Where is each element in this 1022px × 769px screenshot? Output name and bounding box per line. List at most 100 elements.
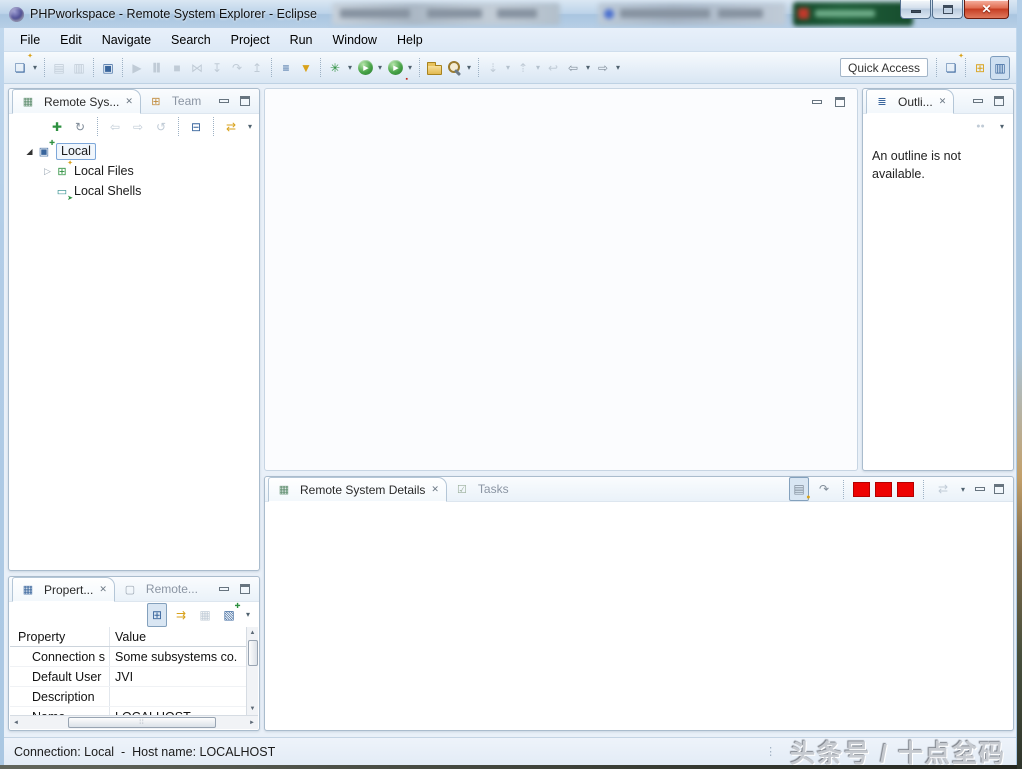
launch-filter-button[interactable]: ▼ [296,56,316,80]
menu-window[interactable]: Window [323,30,387,50]
column-header-value[interactable]: Value [110,630,246,644]
suspend-button[interactable]: ▌▌ [147,56,167,80]
scroll-down-icon[interactable]: ▼ [247,703,259,715]
launch-history-button[interactable]: ≡ [276,56,296,80]
tab-remote-monitor[interactable]: ▢ Remote... [115,577,205,602]
menu-edit[interactable]: Edit [50,30,92,50]
new-wizard-dropdown[interactable]: ▾ [30,63,40,72]
menu-run[interactable]: Run [280,30,323,50]
back-dropdown[interactable]: ▾ [583,63,593,72]
step-return-button[interactable]: ↥ [247,56,267,80]
minimize-view-button[interactable] [217,583,231,596]
close-view-icon[interactable]: ✕ [939,96,947,107]
collapse-all-button[interactable]: ⊟ [186,115,206,139]
show-tree-button[interactable]: ⊞ [147,603,167,627]
maximize-view-button[interactable] [238,95,252,108]
view-menu-dropdown[interactable]: ▾ [247,122,253,131]
open-perspective-button[interactable]: ❏ ✦ [941,56,961,80]
forward-button[interactable]: ⇨ [593,56,613,80]
debug-dropdown[interactable]: ▾ [345,63,355,72]
next-annotation-button[interactable]: ⇣ [483,56,503,80]
perspective-remote-system-explorer-button[interactable]: ▥ [990,56,1010,80]
run-external-tools-button[interactable]: ▶ ▪ [385,56,405,80]
minimize-editor-button[interactable] [810,95,824,108]
menu-search[interactable]: Search [161,30,221,50]
maximize-view-button[interactable] [992,483,1006,496]
terminate-button[interactable]: ■ [167,56,187,80]
disconnect-button[interactable]: ⋈ [187,56,207,80]
refresh-button[interactable]: ↻ [70,115,90,139]
minimize-view-button[interactable] [971,95,985,108]
column-header-property[interactable]: Property [10,627,110,646]
scroll-up-icon[interactable]: ▲ [247,627,259,639]
close-button[interactable]: ✕ [964,0,1009,19]
menu-file[interactable]: File [10,30,50,50]
maximize-view-button[interactable] [238,583,252,596]
scrollbar-thumb[interactable] [68,717,216,728]
menu-project[interactable]: Project [221,30,280,50]
expander-open-icon[interactable]: ◢ [23,147,36,156]
table-row[interactable]: Description [10,687,246,707]
tree-item-local-files[interactable]: ▷ ⊞✦ Local Files [9,161,259,181]
link-with-editor-button[interactable]: ⇄ [221,115,241,139]
step-into-button[interactable]: ↧ [207,56,227,80]
minimize-view-button[interactable] [973,483,987,496]
menu-navigate[interactable]: Navigate [92,30,161,50]
vertical-scrollbar[interactable]: ▲ ▼ [246,627,258,715]
tree-item-local[interactable]: ◢ ▣✚ Local [9,141,259,161]
lock-layout-button[interactable]: ▤● [789,477,809,501]
table-row[interactable]: Connection s Some subsystems co. [10,647,246,667]
minimize-view-button[interactable] [217,95,231,108]
previous-annotation-dropdown[interactable]: ▾ [533,63,543,72]
close-view-icon[interactable]: ✕ [99,584,107,595]
show-categories-button[interactable]: ▦ [195,603,215,627]
minimize-button[interactable] [900,0,931,19]
step-over-button[interactable]: ↷ [227,56,247,80]
tab-tasks[interactable]: ☑ Tasks [447,477,516,502]
tab-team[interactable]: ⊞ Team [141,89,208,114]
switch-view-button[interactable]: ⇄ [933,477,953,501]
tab-remote-systems[interactable]: ▦ Remote Sys... ✕ [12,89,141,114]
up-button[interactable]: ↺ [151,115,171,139]
forward-dropdown[interactable]: ▾ [613,63,623,72]
close-view-icon[interactable]: ✕ [431,484,439,495]
debug-button[interactable]: ✳ [325,56,345,80]
pin-view-button[interactable]: ⇉ [171,603,191,627]
save-button[interactable]: ▤ [49,56,69,80]
menu-help[interactable]: Help [387,30,433,50]
previous-annotation-button[interactable]: ⇡ [513,56,533,80]
new-connection-button[interactable]: ✚ [47,115,67,139]
maximize-editor-button[interactable] [833,95,847,108]
back-view-button[interactable]: ⇦ [105,115,125,139]
scrollbar-thumb[interactable] [248,640,258,666]
tab-remote-system-details[interactable]: ▦ Remote System Details ✕ [268,477,447,502]
new-properties-view-button[interactable]: ▧✚ [219,603,239,627]
run-button[interactable]: ▶ [355,56,375,80]
table-row[interactable]: Name LOCALHOST [10,707,246,715]
new-wizard-button[interactable]: ❏ ✦ [10,56,30,80]
forward-view-button[interactable]: ⇨ [128,115,148,139]
last-edit-location-button[interactable]: ↩ [543,56,563,80]
scroll-left-icon[interactable]: ◄ [10,717,22,729]
tree-item-local-shells[interactable]: ▭➤ Local Shells [9,181,259,201]
external-tools-dropdown[interactable]: ▾ [405,63,415,72]
table-row[interactable]: Default User JVI [10,667,246,687]
search-dropdown[interactable]: ▾ [464,63,474,72]
maximize-view-button[interactable] [992,95,1006,108]
tab-outline[interactable]: ≣ Outli... ✕ [866,89,954,114]
view-menu-dropdown[interactable]: ▾ [958,485,968,494]
horizontal-scrollbar[interactable]: ◄ ► [10,715,258,729]
run-dropdown[interactable]: ▾ [375,63,385,72]
refresh-details-button[interactable]: ↷ [814,477,834,501]
perspective-team-button[interactable]: ⊞ [970,56,990,80]
quick-access-input[interactable]: Quick Access [840,58,928,77]
focus-icon[interactable]: ●● [972,118,989,135]
launch-terminal-button[interactable]: ▣ [98,56,118,80]
search-button[interactable] [444,56,464,80]
save-all-button[interactable]: ▥ [69,56,89,80]
scroll-right-icon[interactable]: ► [246,717,258,729]
resume-button[interactable]: ▶ [127,56,147,80]
maximize-button[interactable] [932,0,963,19]
back-button[interactable]: ⇦ [563,56,583,80]
view-menu-dropdown[interactable]: ▾ [243,610,253,619]
